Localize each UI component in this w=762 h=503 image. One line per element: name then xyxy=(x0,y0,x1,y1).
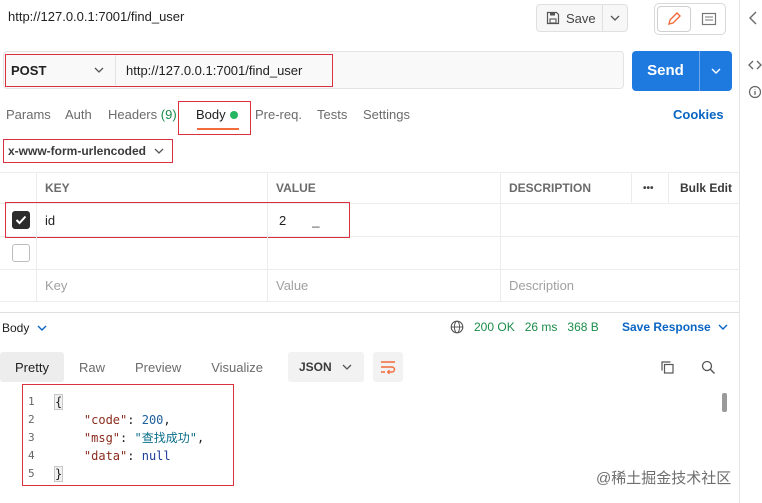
table-row-new: Key Value Description xyxy=(0,270,739,302)
info-icon[interactable] xyxy=(748,85,762,99)
highlight-box xyxy=(22,384,234,486)
chevron-down-icon xyxy=(342,364,352,370)
highlight-box xyxy=(178,101,251,135)
send-button[interactable]: Send xyxy=(632,51,732,91)
globe-icon[interactable] xyxy=(450,320,464,334)
save-label: Save xyxy=(566,10,596,26)
view-mode-toggle[interactable] xyxy=(654,3,726,35)
right-sidebar-divider xyxy=(739,0,740,503)
response-time[interactable]: 26 ms xyxy=(525,320,558,334)
chevron-down-icon xyxy=(37,325,47,331)
tab-auth[interactable]: Auth xyxy=(65,107,92,122)
tab-params[interactable]: Params xyxy=(6,107,51,122)
tab-headers-label: Headers xyxy=(108,107,158,122)
tab-preview[interactable]: Preview xyxy=(120,352,196,382)
wrap-lines-icon xyxy=(381,361,396,374)
response-meta: 200 OK 26 ms 368 B xyxy=(450,320,599,334)
tab-headers[interactable]: Headers (9) xyxy=(108,107,177,122)
chevron-down-icon xyxy=(718,324,728,330)
pane-divider xyxy=(0,312,739,313)
description-placeholder[interactable]: Description xyxy=(500,270,739,301)
wrap-lines-button[interactable] xyxy=(373,352,403,382)
more-options-button[interactable]: ••• xyxy=(631,173,668,203)
column-description: DESCRIPTION xyxy=(500,173,631,203)
response-body-label: Body xyxy=(2,321,30,335)
table-row xyxy=(0,237,739,270)
tab-pre-request[interactable]: Pre-req. xyxy=(255,107,302,122)
format-select[interactable]: JSON xyxy=(288,352,364,382)
value-placeholder[interactable]: Value xyxy=(267,270,500,301)
save-response-button[interactable]: Save Response xyxy=(622,320,728,334)
tab-raw[interactable]: Raw xyxy=(64,352,120,382)
format-value: JSON xyxy=(299,360,332,374)
response-body-toggle[interactable]: Body xyxy=(2,321,47,335)
request-title: http://127.0.0.1:7001/find_user xyxy=(8,9,185,24)
status-code[interactable]: 200 OK xyxy=(474,320,515,334)
highlight-box xyxy=(5,54,333,87)
pencil-icon xyxy=(668,12,681,25)
chevron-left-icon[interactable] xyxy=(748,10,758,26)
highlight-box xyxy=(5,202,350,238)
tab-tests[interactable]: Tests xyxy=(317,107,347,122)
watermark: @稀土掘金技术社区 xyxy=(596,470,732,487)
key-placeholder[interactable]: Key xyxy=(36,270,267,301)
save-button[interactable]: Save xyxy=(536,4,628,32)
response-view-tabs: Pretty Raw Preview Visualize xyxy=(0,352,278,382)
tab-pretty[interactable]: Pretty xyxy=(0,352,64,382)
tab-visualize[interactable]: Visualize xyxy=(196,352,278,382)
save-response-label: Save Response xyxy=(622,320,711,334)
key-cell[interactable] xyxy=(36,237,267,269)
scrollbar[interactable] xyxy=(722,393,727,412)
value-cell[interactable] xyxy=(267,237,500,269)
save-options-button[interactable] xyxy=(603,15,627,21)
table-header-row: KEY VALUE DESCRIPTION ••• Bulk Edit xyxy=(0,172,739,204)
description-cell[interactable] xyxy=(500,237,739,269)
search-icon[interactable] xyxy=(701,360,716,375)
floppy-disk-icon xyxy=(546,11,560,25)
send-label: Send xyxy=(632,51,700,91)
code-snippet-icon[interactable] xyxy=(748,58,762,72)
docs-mode-button[interactable] xyxy=(693,4,725,34)
cookies-link[interactable]: Cookies xyxy=(673,107,724,122)
column-key: KEY xyxy=(36,173,267,203)
highlight-box xyxy=(3,139,173,163)
edit-mode-button[interactable] xyxy=(657,6,691,32)
copy-icon[interactable] xyxy=(660,360,675,375)
response-size[interactable]: 368 B xyxy=(567,320,598,334)
chevron-down-icon xyxy=(610,15,620,21)
bulk-edit-button[interactable]: Bulk Edit xyxy=(668,173,739,203)
send-options-button[interactable] xyxy=(700,68,732,74)
headers-count: (9) xyxy=(160,107,177,122)
column-value: VALUE xyxy=(267,173,500,203)
chevron-down-icon xyxy=(711,68,721,74)
document-icon xyxy=(701,12,717,26)
row-checkbox[interactable] xyxy=(12,244,30,262)
tab-settings[interactable]: Settings xyxy=(363,107,410,122)
description-cell[interactable] xyxy=(500,204,739,236)
